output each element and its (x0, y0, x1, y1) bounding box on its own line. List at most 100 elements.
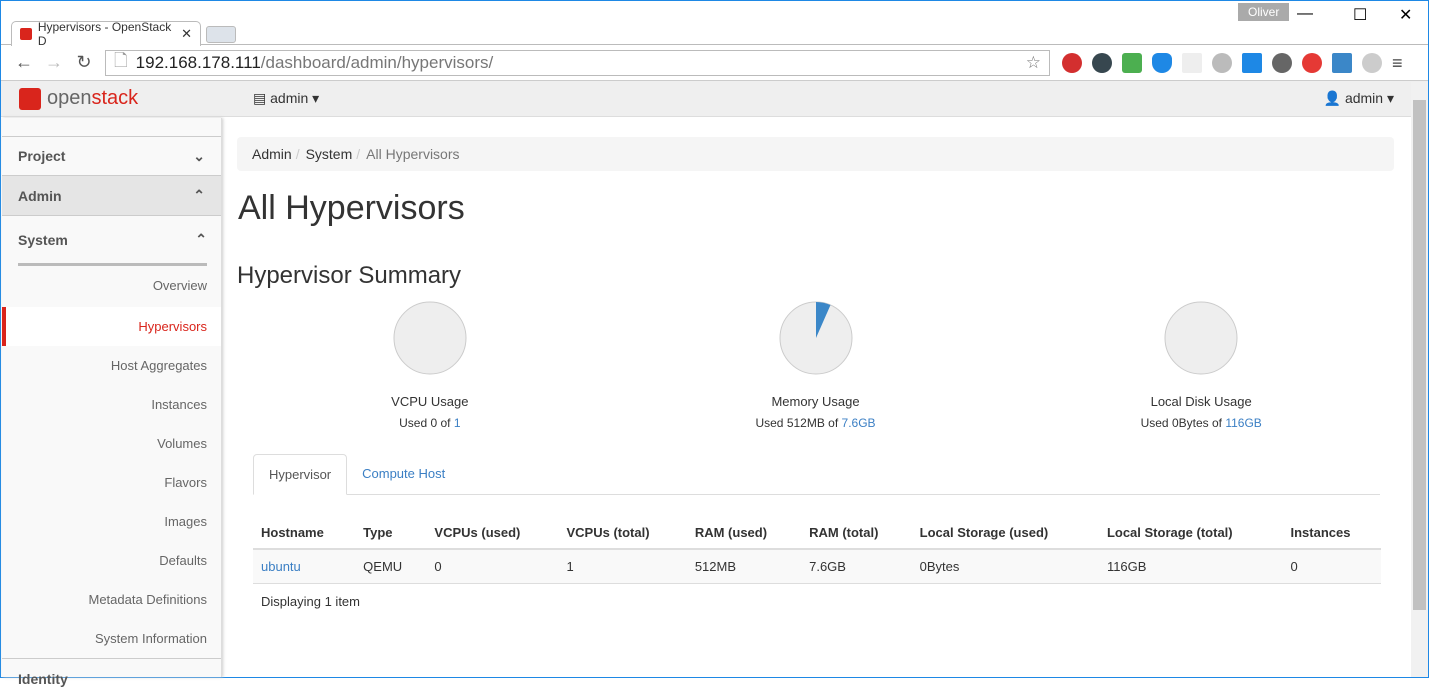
it-extension-icon[interactable] (1332, 52, 1352, 73)
bookmark-star-icon[interactable]: ☆ (1026, 53, 1041, 73)
breadcrumb: Admin / System / All Hypervisors (237, 137, 1394, 171)
adblock-icon[interactable] (1062, 52, 1082, 73)
scrollbar[interactable] (1411, 82, 1428, 677)
close-window-icon[interactable]: ✕ (1399, 5, 1412, 25)
sidebar-item-flavors[interactable]: Flavors (2, 463, 221, 502)
sidebar-identity[interactable]: Identity (2, 658, 221, 698)
pie-chart (779, 301, 852, 375)
sidebar-item-images[interactable]: Images (2, 502, 221, 541)
page-title: All Hypervisors (238, 189, 465, 227)
usage-pies: VCPU Usage Used 0 of 1 Memory Usage Used… (237, 300, 1394, 430)
pie-title: Memory Usage (771, 394, 860, 409)
column-header[interactable]: RAM (total) (801, 517, 912, 550)
sidebar-item-volumes[interactable]: Volumes (2, 424, 221, 463)
tab-title: Hypervisors - OpenStack D (37, 20, 172, 48)
scrollbar-thumb[interactable] (1413, 100, 1426, 610)
project-dropdown[interactable]: ▤ admin ▾ (253, 90, 319, 107)
column-header[interactable]: VCPUs (total) (558, 517, 687, 550)
column-header[interactable]: Type (355, 517, 427, 550)
browser-toolbar: ← → ↻ 🗋 192.168.178.111/dashboard/admin/h… (1, 45, 1428, 81)
breadcrumb-current: All Hypervisors (366, 146, 460, 162)
openstack-logo[interactable]: open stack (19, 87, 138, 110)
reload-icon[interactable]: ↻ (69, 52, 99, 73)
sidebar-project[interactable]: Project ⌄ (2, 136, 221, 176)
main-content: Admin / System / All Hypervisors All Hyper… (237, 118, 1394, 609)
hostname-link[interactable]: ubuntu (261, 559, 301, 574)
column-header[interactable]: RAM (used) (686, 517, 802, 550)
summary-title: Hypervisor Summary (237, 262, 462, 289)
sidebar-admin[interactable]: Admin ⌃ (2, 176, 221, 216)
url-path: /dashboard/admin/hypervisors/ (260, 52, 494, 72)
table-row: ubuntu QEMU 0 1 512MB 7.6GB 0Bytes 116GB 0 (253, 549, 1381, 584)
tab-hypervisor[interactable]: Hypervisor (253, 454, 348, 495)
pie-free-slice (1164, 301, 1238, 375)
table-footer: Displaying 1 item (261, 594, 360, 609)
table-cell: 116GB (1098, 549, 1283, 584)
sidebar-item-system-information[interactable]: System Information (2, 619, 221, 658)
document-extension-icon[interactable] (1182, 52, 1202, 73)
pie-free-slice (393, 301, 467, 375)
user-icon: 👤 (1323, 90, 1342, 106)
tab-compute-host[interactable]: Compute Host (347, 454, 460, 494)
back-icon[interactable]: ← (9, 52, 39, 73)
chevron-up-icon: ⌃ (195, 231, 207, 247)
checkmark-extension-icon[interactable] (1122, 52, 1142, 73)
forward-icon[interactable]: → (39, 52, 69, 73)
sidebar-system[interactable]: System ⌃ (18, 216, 207, 266)
pie-vcpu-usage: VCPU Usage Used 0 of 1 (237, 300, 623, 430)
project-name: admin (270, 90, 309, 106)
chevron-down-icon: ⌄ (193, 147, 205, 164)
breadcrumb-admin[interactable]: Admin (252, 146, 292, 162)
maximize-icon[interactable]: ☐ (1353, 5, 1367, 25)
sidebar-item-defaults[interactable]: Defaults (2, 541, 221, 580)
new-tab-button[interactable] (206, 26, 236, 43)
table-cell: 0 (426, 549, 559, 584)
user-dropdown[interactable]: 👤 admin ▾ (1324, 90, 1394, 107)
sidebar-item-hypervisors[interactable]: Hypervisors (2, 307, 221, 346)
chevron-up-icon: ⌃ (193, 187, 205, 203)
pie-chart (393, 301, 467, 375)
pie-chart (1164, 301, 1238, 375)
table-cell: 0Bytes (911, 549, 1099, 584)
pie-subtitle: Used 512MB of 7.6GB (755, 416, 876, 430)
table-cell: 1 (558, 549, 687, 584)
pie-memory-usage: Memory Usage Used 512MB of 7.6GB (623, 300, 1009, 430)
sidebar-item-overview[interactable]: Overview (2, 266, 221, 305)
film-reel-icon[interactable] (1272, 52, 1292, 73)
extensions: ≡ (1062, 52, 1408, 73)
minimize-icon[interactable]: — (1297, 5, 1313, 23)
window-extension-icon[interactable] (1242, 52, 1262, 73)
browser-tab[interactable]: Hypervisors - OpenStack D ✕ (11, 20, 201, 48)
user-name: admin (1344, 90, 1384, 106)
sidebar-item-metadata-definitions[interactable]: Metadata Definitions (2, 580, 221, 619)
openstack-favicon (20, 28, 32, 40)
column-header[interactable]: Local Storage (used) (911, 517, 1099, 550)
sidebar: Project ⌄ Admin ⌃ System ⌃ Overview Hypervis… (2, 118, 222, 687)
globe-extension-icon[interactable] (1212, 52, 1232, 73)
table-cell: QEMU (355, 549, 427, 584)
diamond-extension-icon[interactable] (1152, 52, 1172, 73)
breadcrumb-system[interactable]: System (306, 146, 353, 162)
sidebar-item-instances[interactable]: Instances (2, 385, 221, 424)
table-cell: 0 (1282, 549, 1381, 584)
project-icon: ▤ (253, 90, 267, 106)
hypervisors-table: Hostname Type VCPUs (used) VCPUs (total) RAM… (253, 517, 1381, 584)
column-header[interactable]: VCPUs (used) (426, 517, 559, 550)
address-bar[interactable]: 🗋 192.168.178.111/dashboard/admin/hypervi… (105, 49, 1050, 76)
column-header[interactable]: Local Storage (total) (1098, 517, 1283, 550)
close-tab-icon[interactable]: ✕ (181, 26, 192, 42)
url-host: 192.168.178.111 (135, 52, 261, 72)
sidebar-item-host-aggregates[interactable]: Host Aggregates (2, 346, 221, 385)
pie-title: Local Disk Usage (1150, 394, 1252, 409)
pie-title: VCPU Usage (391, 394, 469, 409)
column-header[interactable]: Hostname (253, 517, 356, 550)
hand-extension-icon[interactable] (1302, 52, 1322, 73)
profile-badge[interactable]: Oliver (1238, 3, 1290, 21)
e-extension-icon[interactable] (1092, 52, 1112, 73)
column-header[interactable]: Instances (1282, 517, 1381, 550)
window-titlebar: Hypervisors - OpenStack D ✕ Oliver — ☐ ✕ (1, 1, 1428, 48)
menu-icon[interactable]: ≡ (1392, 53, 1408, 73)
pie-subtitle: Used 0Bytes of 116GB (1140, 416, 1262, 430)
tab-bar: Hypervisor Compute Host (253, 454, 1380, 495)
c-extension-icon[interactable] (1362, 52, 1382, 73)
